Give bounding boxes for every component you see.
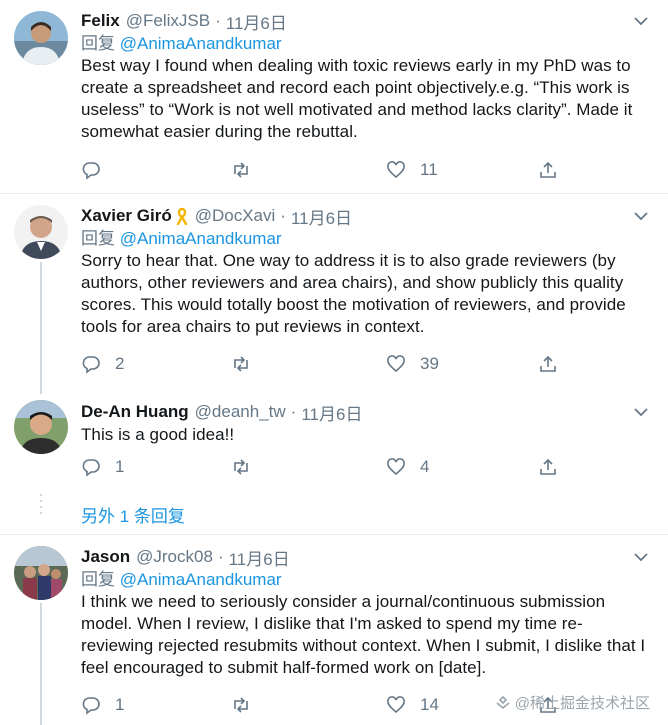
author-handle[interactable]: @DocXavi: [195, 206, 276, 226]
reply-mention-link[interactable]: @AnimaAnandkumar: [120, 570, 282, 589]
retweet-button[interactable]: [231, 354, 265, 374]
tweet-text: This is a good idea!!: [81, 425, 235, 444]
reply-count: 1: [115, 695, 125, 714]
reply-icon: [82, 162, 100, 180]
tweet-felix[interactable]: Felix @FelixJSB · 11月6日 回复 @AnimaAnandku…: [0, 0, 668, 193]
reply-mention-link[interactable]: @AnimaAnandkumar: [120, 34, 282, 53]
share-icon: [540, 161, 556, 178]
thread-dots: [40, 494, 42, 518]
avatar[interactable]: [14, 546, 68, 600]
watermark: @稀土掘金技术社区: [495, 692, 650, 713]
tweet-header: Jason @Jrock08 · 11月6日: [81, 545, 648, 569]
like-button[interactable]: 39: [386, 354, 439, 374]
separator-dot: ·: [215, 11, 221, 30]
chevron-down-icon[interactable]: [634, 17, 648, 25]
tweet-dean[interactable]: De-An Huang @deanh_tw · 11月6日 This is a …: [0, 394, 668, 494]
retweet-icon: [234, 459, 248, 475]
tweet-xavier[interactable]: Xavier Giró @DocXavi · 11月6日 回复 @AnimaAn…: [0, 194, 668, 394]
reply-button[interactable]: 1: [81, 695, 124, 715]
reply-prefix: 回复: [81, 229, 115, 248]
author-handle[interactable]: @deanh_tw: [195, 402, 286, 422]
reply-button[interactable]: 2: [81, 354, 124, 374]
reply-context: 回复 @AnimaAnandkumar: [81, 33, 648, 55]
separator-dot: ·: [290, 402, 297, 421]
retweet-icon: [234, 356, 248, 372]
reply-icon: [82, 459, 100, 477]
tweet-actions: 1 14: [81, 695, 561, 719]
reply-count: 1: [115, 457, 125, 476]
reply-prefix: 回复: [81, 570, 115, 589]
like-button[interactable]: 4: [386, 457, 429, 477]
chevron-down-icon[interactable]: [634, 553, 648, 561]
reply-count: 2: [115, 354, 125, 373]
tweet-header: De-An Huang @deanh_tw · 11月6日: [81, 400, 648, 424]
reply-prefix: 回复: [81, 34, 115, 53]
like-count: 11: [420, 160, 438, 179]
like-count: 4: [420, 457, 430, 476]
chevron-down-icon[interactable]: [634, 408, 648, 416]
tweet-text: I think we need to seriously consider a …: [81, 592, 646, 677]
retweet-button[interactable]: [231, 160, 265, 180]
reply-button[interactable]: 1: [81, 457, 124, 477]
tweet-actions: 11: [81, 160, 561, 184]
author-name[interactable]: Jason: [81, 547, 130, 567]
tweet-date[interactable]: 11月6日: [291, 204, 352, 229]
show-more-replies-link[interactable]: 另外 1 条回复: [81, 502, 185, 527]
reply-context: 回复 @AnimaAnandkumar: [81, 569, 648, 591]
author-handle[interactable]: @Jrock08: [136, 547, 213, 567]
like-button[interactable]: 14: [386, 695, 439, 715]
author-name[interactable]: Xavier Giró: [81, 206, 172, 226]
tweet-date[interactable]: 11月6日: [301, 400, 362, 425]
reply-context: 回复 @AnimaAnandkumar: [81, 228, 648, 250]
reply-mention-link[interactable]: @AnimaAnandkumar: [120, 229, 282, 248]
heart-icon: [387, 696, 405, 714]
tweet-header: Xavier Giró @DocXavi · 11月6日: [81, 204, 648, 228]
tweet-actions: 1 4: [81, 457, 561, 481]
thread-line: [40, 262, 42, 394]
ribbon-icon: [176, 207, 187, 225]
like-button[interactable]: 11: [386, 160, 438, 180]
tweet-date[interactable]: 11月6日: [229, 545, 290, 570]
share-button[interactable]: [538, 354, 558, 374]
retweet-icon: [234, 162, 248, 178]
author-name[interactable]: Felix: [81, 11, 120, 31]
separator-dot: ·: [280, 206, 286, 225]
watermark-text: @稀土掘金技术社区: [514, 695, 650, 712]
heart-icon: [387, 458, 405, 476]
share-button[interactable]: [538, 160, 558, 180]
avatar[interactable]: [14, 205, 68, 259]
tweet-actions: 2 39: [81, 354, 561, 378]
tweet-date[interactable]: 11月6日: [226, 9, 287, 34]
retweet-button[interactable]: [231, 457, 265, 477]
heart-icon: [387, 355, 405, 373]
like-count: 14: [420, 695, 439, 714]
separator-dot: ·: [217, 547, 224, 566]
share-icon: [540, 355, 556, 372]
share-icon: [540, 458, 556, 475]
reply-icon: [82, 356, 100, 374]
heart-icon: [387, 161, 405, 179]
like-count: 39: [420, 354, 439, 373]
reply-button[interactable]: [81, 160, 115, 180]
share-button[interactable]: [538, 457, 558, 477]
avatar[interactable]: [14, 400, 68, 454]
tweet-header: Felix @FelixJSB · 11月6日: [81, 9, 648, 33]
retweet-icon: [234, 697, 248, 713]
avatar[interactable]: [14, 11, 68, 65]
tweet-text: Sorry to hear that. One way to address i…: [81, 251, 626, 336]
retweet-button[interactable]: [231, 695, 265, 715]
thread-line: [40, 603, 42, 725]
author-name[interactable]: De-An Huang: [81, 402, 189, 422]
reply-icon: [82, 697, 100, 715]
tweet-text: Best way I found when dealing with toxic…: [81, 56, 633, 141]
author-handle[interactable]: @FelixJSB: [126, 11, 210, 31]
juejin-logo-icon: [496, 695, 510, 709]
chevron-down-icon[interactable]: [634, 212, 648, 220]
